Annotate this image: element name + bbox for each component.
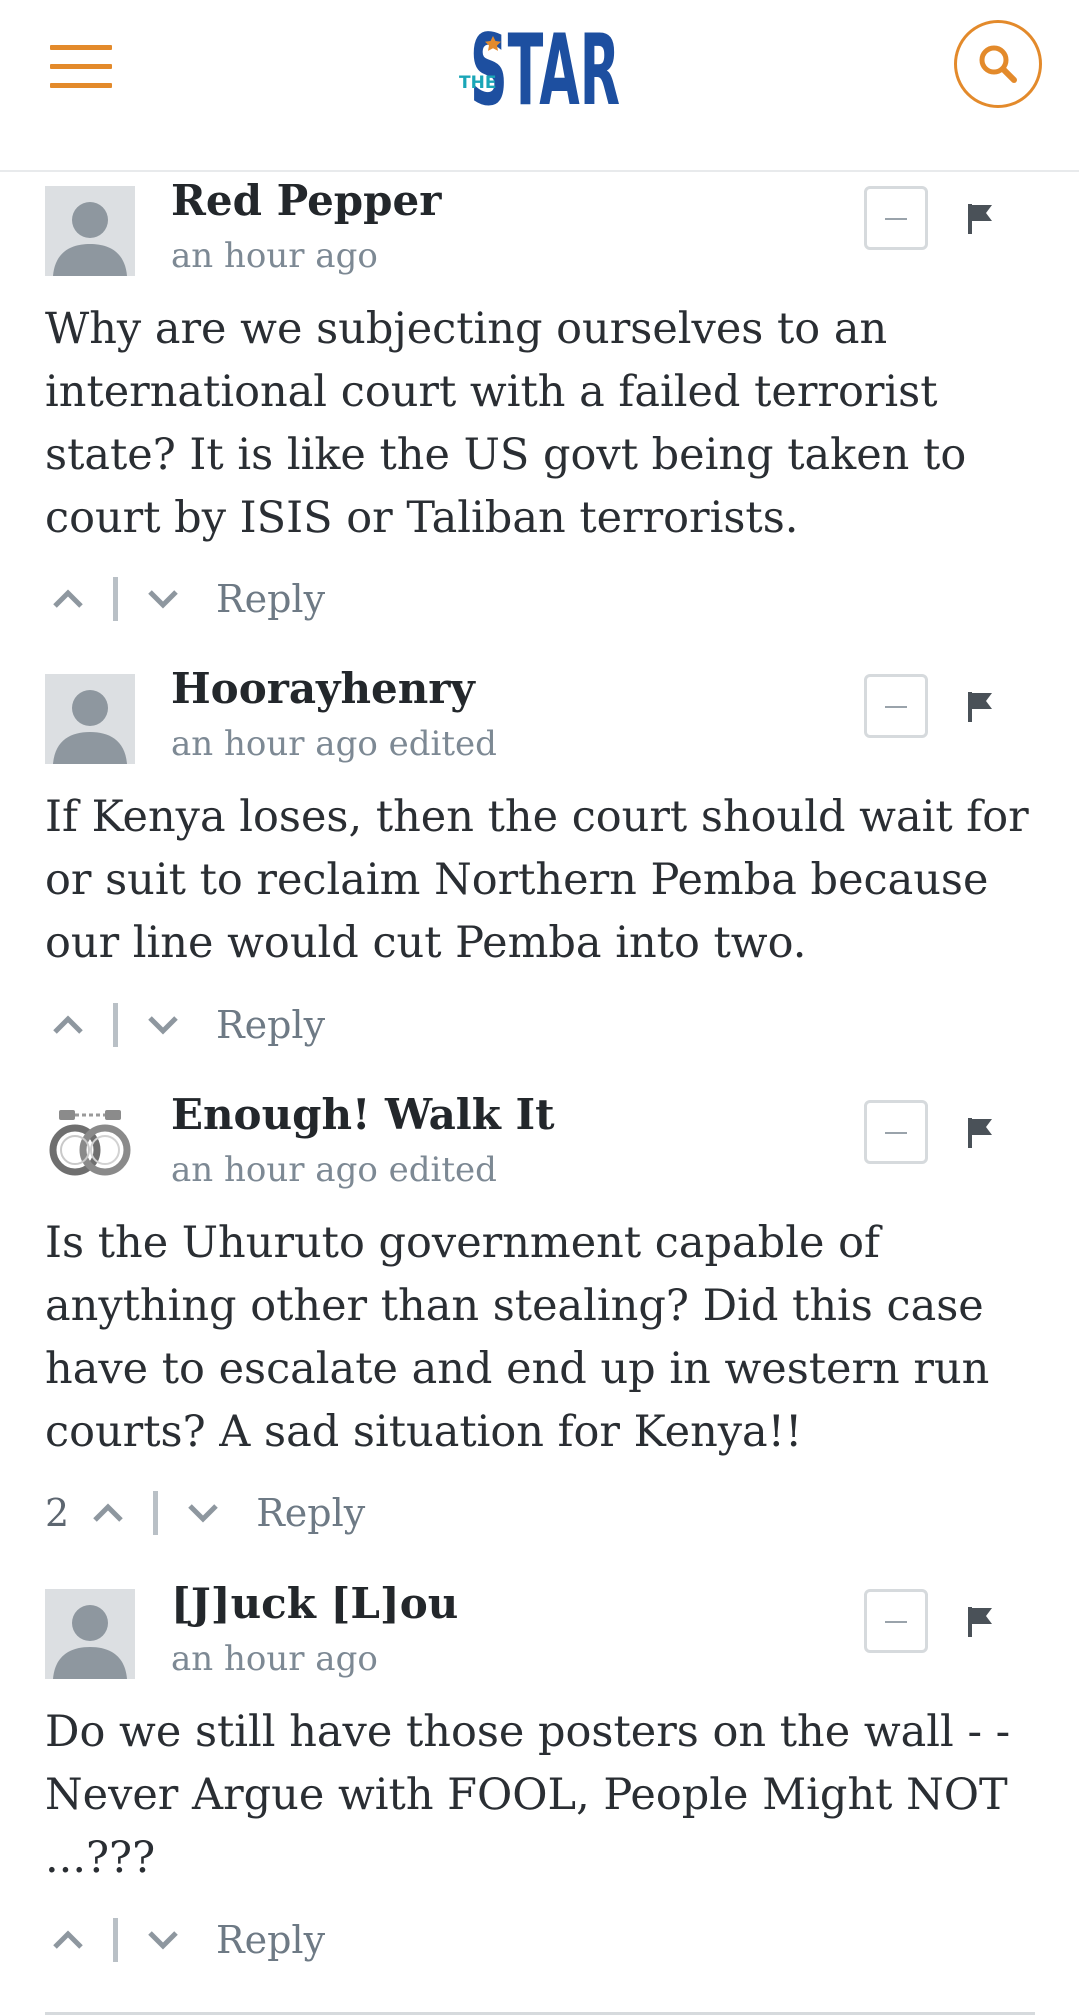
flag-icon[interactable]: [962, 200, 998, 236]
downvote-chevron-down-icon[interactable]: [180, 1490, 226, 1536]
logo-main-text: STAR: [470, 14, 620, 114]
default-avatar-icon[interactable]: [45, 1589, 135, 1679]
collapse-comment-button[interactable]: [864, 1589, 928, 1653]
comment-author[interactable]: Hoorayhenry: [171, 664, 475, 713]
reply-button[interactable]: Reply: [256, 1491, 365, 1535]
upvote-chevron-up-icon[interactable]: [85, 1490, 131, 1536]
comment-body: Is the Uhuruto government capable of any…: [45, 1218, 990, 1457]
vote-divider: [113, 577, 118, 621]
hamburger-menu-icon[interactable]: [50, 45, 112, 89]
comment-actions: 2 Reply: [45, 1488, 365, 1538]
default-avatar-icon[interactable]: [45, 186, 135, 276]
the-star-logo[interactable]: STAR THE: [458, 14, 622, 128]
handcuffs-avatar-icon[interactable]: [45, 1100, 135, 1190]
vote-count: 2: [45, 1491, 70, 1535]
upvote-chevron-up-icon[interactable]: [45, 1917, 91, 1963]
collapse-comment-button[interactable]: [864, 674, 928, 738]
site-header: STAR THE: [0, 0, 1079, 172]
flag-icon[interactable]: [962, 1114, 998, 1150]
comment-timestamp[interactable]: an hour ago: [171, 1639, 378, 1679]
comment-timestamp[interactable]: an hour ago: [171, 236, 378, 276]
comment-body: Do we still have those posters on the wa…: [45, 1707, 1011, 1883]
default-avatar-icon[interactable]: [45, 674, 135, 764]
upvote-chevron-up-icon[interactable]: [45, 576, 91, 622]
comment-actions: Reply: [45, 1000, 325, 1050]
downvote-chevron-down-icon[interactable]: [140, 576, 186, 622]
downvote-chevron-down-icon[interactable]: [140, 1002, 186, 1048]
search-icon[interactable]: [954, 20, 1042, 108]
reply-button[interactable]: Reply: [216, 1918, 325, 1962]
comment-author[interactable]: Enough! Walk It: [171, 1090, 555, 1139]
downvote-chevron-down-icon[interactable]: [140, 1917, 186, 1963]
reply-button[interactable]: Reply: [216, 1003, 325, 1047]
vote-divider: [113, 1003, 118, 1047]
comment-timestamp[interactable]: an hour ago edited: [171, 724, 497, 764]
flag-icon[interactable]: [962, 1603, 998, 1639]
comment-actions: Reply: [45, 574, 325, 624]
vote-divider: [153, 1491, 159, 1535]
upvote-chevron-up-icon[interactable]: [45, 1002, 91, 1048]
comment-body: Why are we subjecting ourselves to an in…: [45, 304, 967, 543]
comment-body: If Kenya loses, then the court should wa…: [45, 792, 1029, 968]
collapse-comment-button[interactable]: [864, 186, 928, 250]
flag-icon[interactable]: [962, 688, 998, 724]
reply-button[interactable]: Reply: [216, 577, 325, 621]
comment-author[interactable]: Red Pepper: [171, 176, 441, 225]
vote-divider: [113, 1918, 118, 1962]
comment-author[interactable]: [J]uck [L]ou: [171, 1579, 458, 1628]
collapse-comment-button[interactable]: [864, 1100, 928, 1164]
list-bottom-divider: [45, 2012, 1035, 2015]
logo-small-text: THE: [459, 73, 496, 93]
comment-timestamp[interactable]: an hour ago edited: [171, 1150, 497, 1190]
comment-actions: Reply: [45, 1915, 325, 1965]
